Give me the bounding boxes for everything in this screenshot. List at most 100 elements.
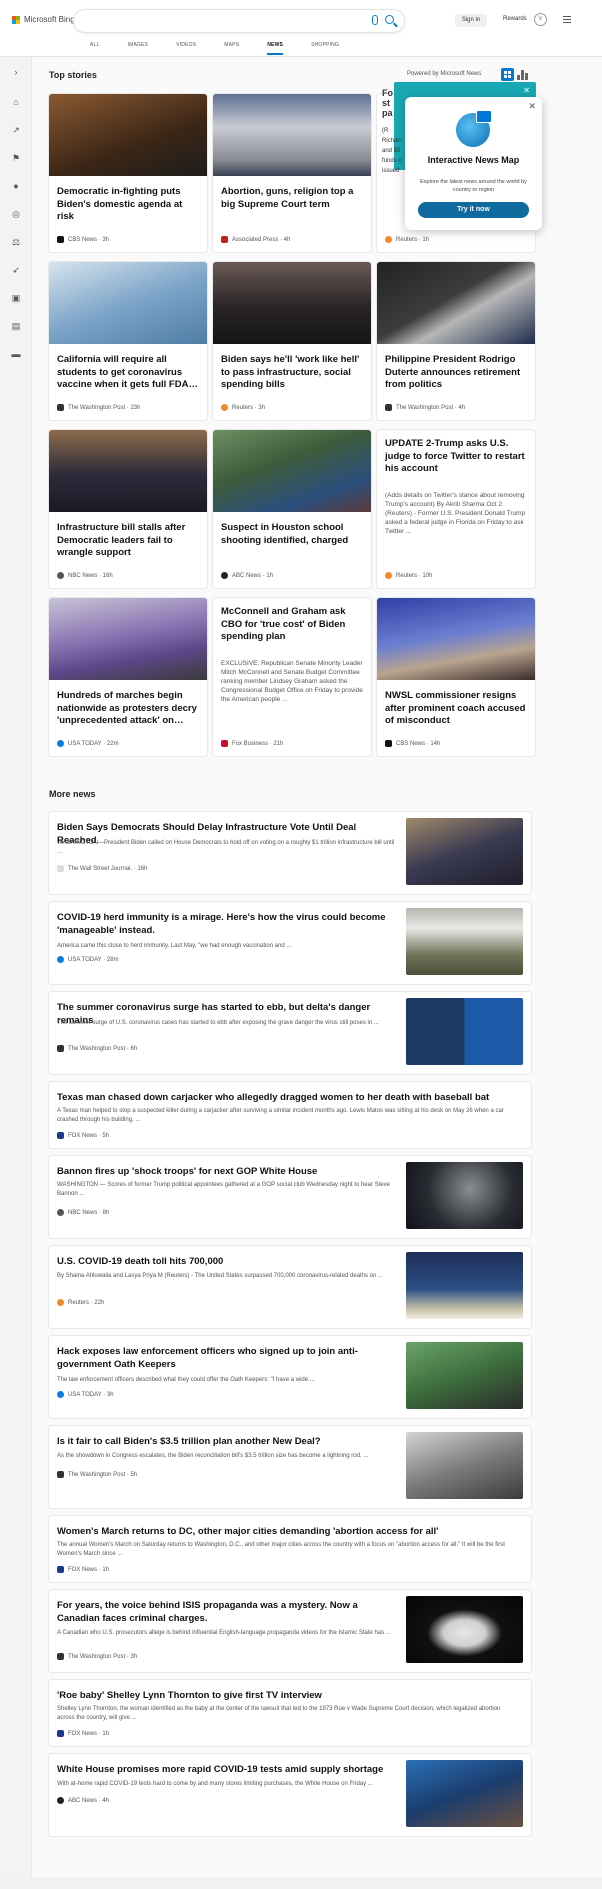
try-it-now-button[interactable]: Try it now [418,202,529,218]
news-row[interactable]: U.S. COVID-19 death toll hits 700,000 By… [49,1246,531,1328]
news-card[interactable]: UPDATE 2-Trump asks U.S. judge to force … [377,430,535,588]
news-row[interactable]: White House promises more rapid COVID-19… [49,1754,531,1836]
card-title[interactable]: Abortion, guns, religion top a big Supre… [221,186,363,211]
tab-shopping[interactable]: SHOPPING [311,42,339,55]
card-title[interactable]: California will require all students to … [57,354,199,392]
row-title[interactable]: 'Roe baby' Shelley Lynn Thornton to give… [57,1689,517,1702]
row-source: FOX News · 5h [57,1132,109,1139]
card-title[interactable]: Biden says he'll 'work like hell' to pas… [221,354,363,392]
tab-all[interactable]: ALL [90,42,100,55]
abc-logo-icon [221,572,228,579]
card-snippet: (Adds details on Twitter's stance about … [385,492,526,535]
news-row[interactable]: Is it fair to call Biden's $3.5 trillion… [49,1426,531,1508]
briefcase-icon[interactable]: ▤ [11,321,21,331]
search-input[interactable] [74,10,404,32]
scales-icon[interactable]: ⚖ [11,237,21,247]
row-image [406,1162,523,1229]
more-news-title: More news [49,789,96,799]
news-row[interactable]: Texas man chased down carjacker who alle… [49,1082,531,1148]
news-row[interactable]: Biden Says Democrats Should Delay Infras… [49,812,531,894]
microphone-icon[interactable] [372,15,378,25]
row-source: USA TODAY · 3h [57,1391,114,1398]
card-image [49,430,207,512]
news-row[interactable]: The summer coronavirus surge has started… [49,992,531,1074]
row-title[interactable]: COVID-19 herd immunity is a mirage. Here… [57,911,397,937]
news-card[interactable]: Democratic in-fighting puts Biden's dome… [49,94,207,252]
banner-text-fragment: st [382,98,391,108]
row-snippet: WASHINGTON — Scores of former Trump poli… [57,1182,390,1197]
tab-maps[interactable]: MAPS [224,42,239,55]
news-row[interactable]: For years, the voice behind ISIS propaga… [49,1590,531,1672]
row-snippet: With at-home rapid COVID-19 tests hard t… [57,1781,373,1787]
close-icon[interactable]: ✕ [523,86,530,95]
news-card[interactable]: Philippine President Rodrigo Duterte ann… [377,262,535,420]
row-title[interactable]: U.S. COVID-19 death toll hits 700,000 [57,1255,397,1268]
news-row[interactable]: 'Roe baby' Shelley Lynn Thornton to give… [49,1680,531,1746]
rewards-link[interactable]: Rewards [503,16,527,22]
row-title[interactable]: Is it fair to call Biden's $3.5 trillion… [57,1435,397,1448]
row-title[interactable]: Women's March returns to DC, other major… [57,1525,517,1538]
rewards-trophy-icon[interactable]: ♕ [534,13,547,26]
row-title[interactable]: Hack exposes law enforcement officers wh… [57,1345,397,1371]
news-row[interactable]: COVID-19 herd immunity is a mirage. Here… [49,902,531,984]
cbs-logo-icon [57,236,64,243]
usa-today-logo-icon [57,1391,64,1398]
row-title[interactable]: For years, the voice behind ISIS propaga… [57,1599,397,1625]
news-card[interactable]: California will require all students to … [49,262,207,420]
menu-icon[interactable] [563,16,571,25]
news-card[interactable]: Biden says he'll 'work like hell' to pas… [213,262,371,420]
row-snippet: By Shaina Ahluwalia and Lasya Priya M (R… [57,1273,384,1279]
globe-icon[interactable]: ◎ [11,209,21,219]
card-title[interactable]: UPDATE 2-Trump asks U.S. judge to force … [385,438,527,476]
card-title[interactable]: Infrastructure bill stalls after Democra… [57,522,199,560]
row-source: FOX News · 1h [57,1730,109,1737]
row-title[interactable]: Texas man chased down carjacker who alle… [57,1091,517,1104]
search-icon[interactable] [385,15,394,24]
bing-logo[interactable]: Microsoft Bing [12,15,75,24]
news-row[interactable]: Hack exposes law enforcement officers wh… [49,1336,531,1418]
map-view-icon[interactable] [517,70,528,80]
location-icon[interactable]: ● [11,181,21,191]
home-icon[interactable]: ⌂ [11,97,21,107]
card-source: Reuters · 10h [385,572,432,579]
card-title[interactable]: Hundreds of marches begin nationwide as … [57,690,199,728]
logo-text: Microsoft Bing [24,15,75,24]
card-image [213,262,371,344]
ap-logo-icon [221,236,228,243]
card-title[interactable]: McConnell and Graham ask CBO for 'true c… [221,606,363,644]
close-icon[interactable]: ✕ [528,101,536,112]
row-snippet: The annual Women's March on Saturday ret… [57,1542,505,1557]
row-snippet: As the showdown in Congress escalates, t… [57,1453,369,1459]
news-row[interactable]: Women's March returns to DC, other major… [49,1516,531,1582]
row-image [406,998,523,1065]
tab-videos[interactable]: VIDEOS [176,42,196,55]
banner-text-fragment: Richan [382,138,401,144]
tab-news[interactable]: NEWS [267,42,284,55]
flag-icon[interactable]: ⚑ [11,153,21,163]
news-card[interactable]: Hundreds of marches begin nationwide as … [49,598,207,756]
card-title[interactable]: Democratic in-fighting puts Biden's dome… [57,186,199,224]
sign-in-button[interactable]: Sign in [455,14,487,27]
card-title[interactable]: Philippine President Rodrigo Duterte ann… [385,354,527,392]
film-icon[interactable]: ▣ [11,293,21,303]
row-title[interactable]: White House promises more rapid COVID-19… [57,1763,397,1776]
row-title[interactable]: Bannon fires up 'shock troops' for next … [57,1165,397,1178]
card-icon[interactable]: ▬ [11,349,21,359]
card-title[interactable]: Suspect in Houston school shooting ident… [221,522,363,547]
trending-icon[interactable]: ↗ [11,125,21,135]
news-row[interactable]: Bannon fires up 'shock troops' for next … [49,1156,531,1238]
news-card[interactable]: Suspect in Houston school shooting ident… [213,430,371,588]
expand-icon[interactable]: › [11,67,21,77]
news-card[interactable]: NWSL commissioner resigns after prominen… [377,598,535,756]
news-card[interactable]: McConnell and Graham ask CBO for 'true c… [213,598,371,756]
news-card[interactable]: Abortion, guns, religion top a big Supre… [213,94,371,252]
rocket-icon[interactable]: ➶ [11,265,21,275]
card-title[interactable]: NWSL commissioner resigns after prominen… [385,690,527,728]
tab-images[interactable]: IMAGES [128,42,149,55]
row-source: FOX News · 1h [57,1566,109,1573]
news-card[interactable]: Infrastructure bill stalls after Democra… [49,430,207,588]
grid-view-icon[interactable] [501,68,514,81]
row-snippet: A Canadian who U.S. prosecutors allege i… [57,1630,391,1636]
popup-title: Interactive News Map [427,155,520,165]
row-source: The Washington Post · 6h [57,1045,137,1052]
